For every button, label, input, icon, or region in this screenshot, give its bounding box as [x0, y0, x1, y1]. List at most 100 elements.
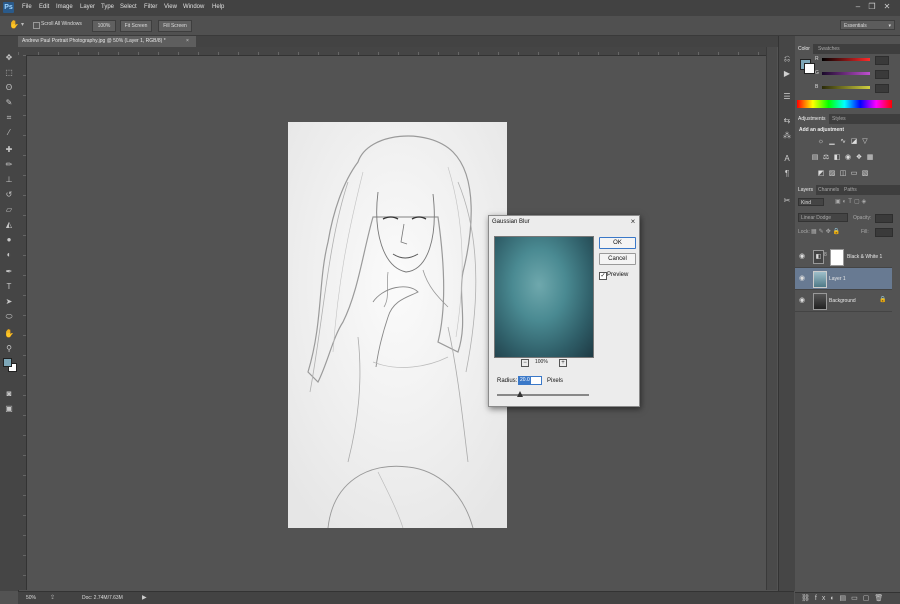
restore-icon[interactable]: ❐ — [867, 2, 877, 12]
layer-row-background[interactable]: ◉ Background 🔒 — [795, 290, 892, 312]
red-slider[interactable] — [822, 58, 870, 61]
menu-filter[interactable]: Filter — [144, 4, 157, 10]
properties-panel-icon[interactable]: ☰ — [782, 92, 792, 102]
selective-color-adjustment-icon[interactable]: ▧ — [861, 170, 869, 178]
fill-field[interactable] — [875, 228, 893, 237]
paint-bucket-tool-icon[interactable]: ◭ — [3, 219, 15, 231]
curves-adjustment-icon[interactable]: ∿ — [839, 138, 847, 146]
clone-stamp-tool-icon[interactable]: ⊥ — [3, 174, 15, 186]
layer-filter-select[interactable]: Kind — [798, 198, 824, 206]
menu-edit[interactable]: Edit — [39, 4, 49, 10]
invert-adjustment-icon[interactable]: ◩ — [817, 170, 825, 178]
tab-color[interactable]: Color — [795, 44, 813, 54]
brightness-adjustment-icon[interactable]: ☼ — [817, 138, 825, 146]
eye-icon[interactable]: ◉ — [799, 274, 805, 282]
exposure-adjustment-icon[interactable]: ◪ — [850, 138, 858, 146]
photo-filter-adjustment-icon[interactable]: ◉ — [844, 154, 852, 162]
history-brush-tool-icon[interactable]: ↺ — [3, 189, 15, 201]
zoom-tool-icon[interactable]: ⚲ — [3, 343, 15, 355]
share-icon[interactable]: ⇪ — [50, 594, 55, 601]
zoom-level[interactable]: 50% — [26, 595, 36, 601]
status-menu-arrow-icon[interactable]: ▶ — [142, 594, 147, 601]
brush-panel-icon[interactable]: ⁂ — [782, 131, 792, 141]
quick-mask-icon[interactable]: ◙ — [3, 388, 15, 400]
actions-panel-icon[interactable]: ▶ — [782, 69, 792, 79]
paragraph-panel-icon[interactable]: ¶ — [782, 169, 792, 179]
foreground-color-swatch[interactable] — [3, 358, 12, 367]
tab-close-icon[interactable]: × — [186, 36, 189, 47]
eye-icon[interactable]: ◉ — [799, 296, 805, 304]
opacity-field[interactable] — [875, 214, 893, 223]
tab-adjustments[interactable]: Adjustments — [795, 114, 829, 124]
blue-value-field[interactable] — [875, 84, 889, 93]
info-panel-icon[interactable]: ⇆ — [782, 116, 792, 126]
fill-screen-button[interactable]: Fill Screen — [158, 20, 192, 32]
color-swatches[interactable] — [3, 358, 17, 372]
layer-row-layer-1[interactable]: ◉ Layer 1 — [795, 268, 892, 290]
tool-presets-icon[interactable]: ✂ — [782, 196, 792, 206]
radius-slider-thumb[interactable] — [517, 391, 523, 397]
document-tab[interactable]: Andrew Paul Portrait Photography.jpg @ 5… — [18, 36, 196, 47]
pen-tool-icon[interactable]: ✒ — [3, 266, 15, 278]
vibrance-adjustment-icon[interactable]: ▽ — [861, 138, 869, 146]
menu-view[interactable]: View — [164, 4, 177, 10]
threshold-adjustment-icon[interactable]: ◫ — [839, 170, 847, 178]
menu-layer[interactable]: Layer — [80, 4, 95, 10]
zoom-100-button[interactable]: 100% — [92, 20, 116, 32]
tab-paths[interactable]: Paths — [841, 185, 860, 195]
layer-thumbnail[interactable] — [813, 293, 827, 310]
shape-tool-icon[interactable]: ⬭ — [3, 311, 15, 323]
blend-mode-select[interactable]: Linear Dodge — [798, 213, 848, 222]
marquee-tool-icon[interactable]: ⬚ — [3, 67, 15, 79]
tab-styles[interactable]: Styles — [829, 114, 849, 124]
tool-preset-chevron-icon[interactable]: ▾ — [21, 21, 24, 28]
green-value-field[interactable] — [875, 70, 889, 79]
layer-mask-thumbnail[interactable] — [830, 249, 844, 266]
fit-screen-button[interactable]: Fit Screen — [120, 20, 152, 32]
tab-channels[interactable]: Channels — [815, 185, 842, 195]
lock-icons[interactable]: ▦✎✥🔒 — [811, 228, 842, 235]
lasso-tool-icon[interactable]: ʘ — [3, 82, 15, 94]
path-select-tool-icon[interactable]: ➤ — [3, 296, 15, 308]
color-background-swatch[interactable] — [804, 63, 815, 74]
scroll-all-checkbox[interactable] — [33, 22, 40, 29]
hand-tool-icon[interactable]: ✋ — [3, 328, 15, 340]
color-balance-adjustment-icon[interactable]: ⚖ — [822, 154, 830, 162]
move-tool-icon[interactable]: ✥ — [3, 52, 15, 64]
healing-brush-tool-icon[interactable]: ✚ — [3, 144, 15, 156]
hue-saturation-adjustment-icon[interactable]: ▤ — [811, 154, 819, 162]
layer-row-black-white[interactable]: ◉ ◧ 8 Black & White 1 — [795, 246, 892, 268]
type-tool-icon[interactable]: T — [3, 281, 15, 293]
layer-filter-icons[interactable]: ▣◐T▢◈ — [835, 198, 868, 205]
menu-select[interactable]: Select — [120, 4, 137, 10]
channel-mixer-adjustment-icon[interactable]: ❖ — [855, 154, 863, 162]
close-icon[interactable]: ✕ — [882, 2, 892, 12]
blur-preview-pane[interactable] — [494, 236, 594, 358]
color-spectrum-ramp[interactable] — [797, 100, 892, 108]
screen-mode-icon[interactable]: ▣ — [3, 403, 15, 415]
minimize-icon[interactable]: – — [853, 2, 863, 12]
character-panel-icon[interactable]: A — [782, 154, 792, 164]
green-slider[interactable] — [822, 72, 870, 75]
eraser-tool-icon[interactable]: ▱ — [3, 204, 15, 216]
eyedropper-tool-icon[interactable]: ⁄ — [3, 127, 15, 139]
menu-window[interactable]: Window — [183, 4, 204, 10]
layer-action-icons[interactable]: ⛓fx◐▤▭▢🗑 — [801, 594, 888, 602]
radius-slider-track[interactable] — [497, 394, 589, 396]
workspace-select[interactable]: Essentials ▾ — [840, 20, 895, 30]
menu-help[interactable]: Help — [212, 4, 224, 10]
dialog-close-icon[interactable]: × — [628, 217, 638, 227]
menu-file[interactable]: File — [22, 4, 32, 10]
preview-checkbox[interactable]: ✓ — [599, 272, 607, 280]
menu-type[interactable]: Type — [101, 4, 114, 10]
layer-thumbnail[interactable] — [813, 271, 827, 288]
zoom-in-icon[interactable]: + — [559, 359, 567, 367]
red-value-field[interactable] — [875, 56, 889, 65]
radius-input[interactable]: 20.0 — [518, 376, 542, 385]
eye-icon[interactable]: ◉ — [799, 252, 805, 260]
tab-swatches[interactable]: Swatches — [815, 44, 843, 54]
crop-tool-icon[interactable]: ⌗ — [3, 112, 15, 124]
document-canvas[interactable] — [288, 122, 507, 528]
menu-image[interactable]: Image — [56, 4, 73, 10]
color-lookup-adjustment-icon[interactable]: ▦ — [866, 154, 874, 162]
